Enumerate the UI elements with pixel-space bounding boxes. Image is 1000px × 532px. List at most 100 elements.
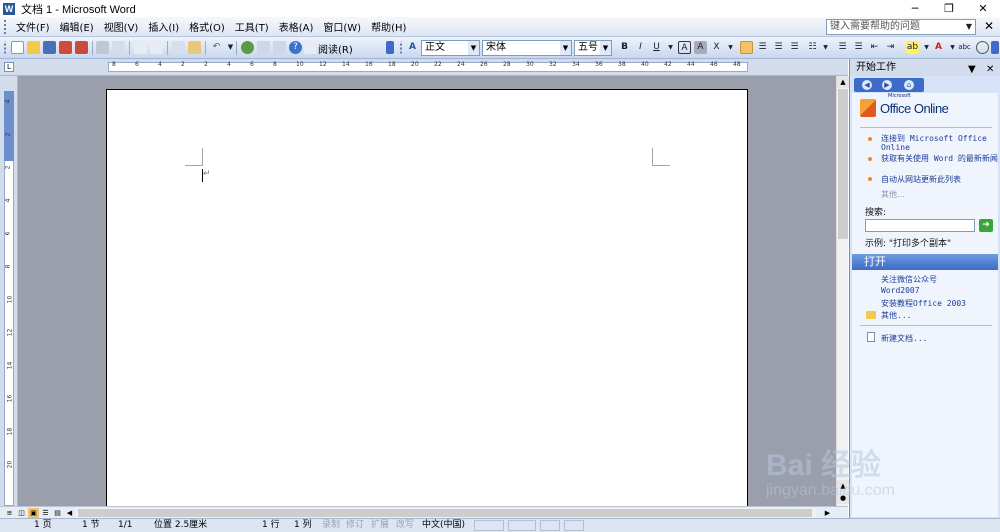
toolbar-options-icon[interactable]	[991, 41, 999, 54]
phonetic-guide-button[interactable]: abc	[958, 41, 971, 54]
justify-icon[interactable]: ☰	[788, 41, 801, 54]
font-color-button[interactable]: A	[932, 41, 945, 54]
spelling-icon[interactable]	[134, 41, 147, 54]
task-pane-close-icon[interactable]: ✕	[986, 61, 994, 78]
vertical-scroll-thumb[interactable]	[838, 89, 848, 239]
help-question-input[interactable]: 键入需要帮助的问题 ▼	[826, 19, 976, 35]
recent-file-2[interactable]: Word2007	[881, 286, 920, 295]
style-dropdown-icon[interactable]: ▼	[468, 41, 479, 55]
char-border-button[interactable]: A	[678, 41, 691, 54]
font-select[interactable]: 宋体 ▼	[482, 40, 572, 56]
italic-button[interactable]: I	[634, 41, 647, 54]
task-pane-menu-icon[interactable]: ▼	[968, 61, 976, 78]
status-track-changes[interactable]: 修订	[346, 519, 364, 532]
increase-indent-icon[interactable]: ⇥	[884, 41, 897, 54]
scroll-up-icon[interactable]: ▲	[837, 76, 849, 88]
menu-window[interactable]: 窗口(W)	[318, 19, 366, 34]
menu-file[interactable]: 文件(F)	[11, 19, 55, 34]
horizontal-scrollbar[interactable]	[76, 508, 816, 518]
menu-format[interactable]: 格式(O)	[184, 19, 230, 34]
document-close-icon[interactable]: ✕	[984, 19, 994, 33]
paste-icon[interactable]	[188, 41, 201, 54]
link-connect-office-online[interactable]: 连接到 Microsoft Office Online	[881, 134, 999, 152]
maximize-button[interactable]: ❐	[932, 0, 966, 17]
menu-table[interactable]: 表格(A)	[274, 19, 319, 34]
tab-selector-icon[interactable]: L	[4, 62, 14, 72]
bullets-icon[interactable]: ☰	[852, 41, 865, 54]
horizontal-ruler[interactable]: L 8 6 4 2 2 4 6 8 10 12 14 16 18 20 22 24 26 28 30 32 34 36 38…	[0, 59, 848, 76]
back-icon[interactable]: ◀	[862, 80, 872, 90]
status-extend[interactable]: 扩展	[371, 519, 389, 532]
word-app-icon[interactable]: W	[3, 2, 15, 15]
line-spacing-dropdown-icon[interactable]: ▼	[819, 41, 832, 54]
align-center-icon[interactable]: ☰	[756, 41, 769, 54]
recent-file-3[interactable]: 安装教程Office 2003	[881, 298, 966, 309]
align-right-icon[interactable]: ☰	[772, 41, 785, 54]
read-mode-icon[interactable]	[304, 41, 317, 54]
underline-button[interactable]: U	[650, 41, 663, 54]
decrease-indent-icon[interactable]: ⇤	[868, 41, 881, 54]
menu-tools[interactable]: 工具(T)	[230, 19, 274, 34]
menu-edit[interactable]: 编辑(E)	[55, 19, 99, 34]
enclose-char-icon[interactable]	[976, 41, 989, 54]
open-more[interactable]: 其他...	[881, 310, 911, 321]
pdf-icon[interactable]	[75, 41, 88, 54]
help-dropdown-icon[interactable]: ▼	[963, 20, 975, 34]
open-folder-icon[interactable]	[27, 41, 40, 54]
permission-icon[interactable]	[59, 41, 72, 54]
close-button[interactable]: ✕	[966, 0, 1000, 17]
undo-icon[interactable]: ↶	[210, 41, 223, 54]
line-spacing-icon[interactable]: ☷	[806, 41, 819, 54]
insert-table-icon[interactable]	[273, 41, 286, 54]
menubar-grip-icon[interactable]	[4, 19, 7, 34]
toolbar-grip-icon[interactable]	[400, 41, 404, 54]
bold-button[interactable]: B	[618, 41, 631, 54]
minimize-button[interactable]: ─	[898, 0, 932, 17]
align-left-icon[interactable]	[740, 41, 753, 54]
forward-icon[interactable]: ▶	[882, 80, 892, 90]
font-dropdown-icon[interactable]: ▼	[560, 41, 571, 55]
status-record[interactable]: 录制	[322, 519, 340, 532]
document-page[interactable]: ↵	[106, 89, 748, 506]
style-select[interactable]: 正文 ▼	[421, 40, 480, 56]
horizontal-scroll-thumb[interactable]	[78, 509, 812, 517]
font-size-dropdown-icon[interactable]: ▼	[600, 41, 611, 55]
char-scale-button[interactable]: X	[710, 41, 723, 54]
help-icon[interactable]: ?	[289, 41, 302, 54]
normal-view-icon[interactable]: ≡	[4, 508, 15, 518]
highlight-button[interactable]: ab	[906, 41, 919, 54]
reading-view-icon[interactable]: ▤	[52, 508, 63, 518]
styles-formatting-icon[interactable]: A	[406, 41, 419, 54]
print-preview-icon[interactable]	[112, 41, 125, 54]
links-more[interactable]: 其他...	[881, 189, 905, 200]
menu-help[interactable]: 帮助(H)	[366, 19, 411, 34]
web-view-icon[interactable]: ◫	[16, 508, 27, 518]
vertical-ruler[interactable]: 4 2 2 4 6 8 10 12 14 16 18 20	[0, 76, 18, 506]
status-overtype[interactable]: 改写	[396, 519, 414, 532]
read-mode-button[interactable]: 阅读(R)	[318, 41, 353, 56]
underline-dropdown-icon[interactable]: ▼	[664, 41, 677, 54]
outline-view-icon[interactable]: ☰	[40, 508, 51, 518]
cut-icon[interactable]	[172, 41, 185, 54]
print-icon[interactable]	[96, 41, 109, 54]
save-icon[interactable]	[43, 41, 56, 54]
research-icon[interactable]	[150, 41, 163, 54]
search-go-icon[interactable]: ➜	[979, 219, 993, 232]
char-scale-dropdown-icon[interactable]: ▼	[724, 41, 737, 54]
link-auto-update[interactable]: 自动从网站更新此列表	[881, 175, 999, 184]
char-shading-button[interactable]: A	[694, 41, 707, 54]
menu-view[interactable]: 视图(V)	[99, 19, 144, 34]
toolbar-options-icon[interactable]	[386, 41, 394, 54]
numbering-icon[interactable]: ☰	[836, 41, 849, 54]
link-latest-news[interactable]: 获取有关使用 Word 的最新新闻	[881, 154, 999, 163]
tables-borders-icon[interactable]	[257, 41, 270, 54]
new-document-link[interactable]: 新建文档...	[881, 333, 927, 344]
recent-file-1[interactable]: 关注微信公众号	[881, 274, 937, 285]
search-input[interactable]	[865, 219, 975, 232]
menu-insert[interactable]: 插入(I)	[143, 19, 184, 34]
new-doc-icon[interactable]	[11, 41, 24, 54]
toolbar-grip-icon[interactable]	[4, 41, 8, 54]
font-size-select[interactable]: 五号 ▼	[574, 40, 612, 56]
scroll-left-icon[interactable]: ◀	[64, 508, 75, 518]
print-layout-view-icon[interactable]: ▣	[28, 508, 39, 518]
